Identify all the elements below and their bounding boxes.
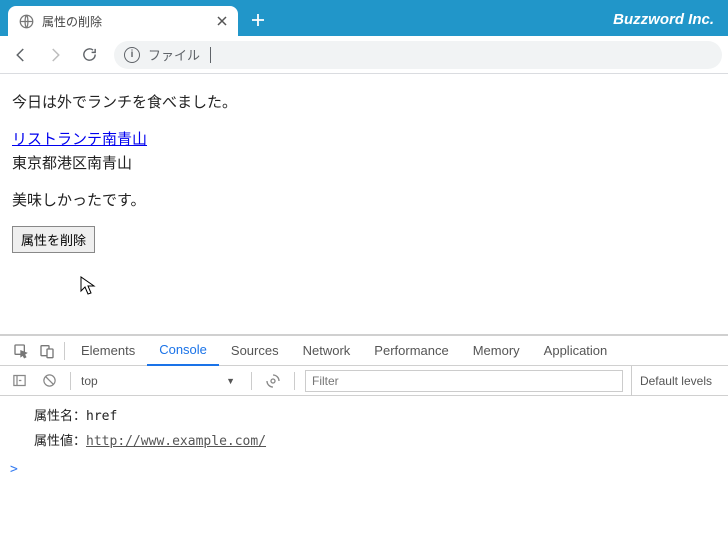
- console-row: 属性名：href: [10, 402, 718, 427]
- filter-input[interactable]: [305, 370, 623, 392]
- chevron-down-icon: ▼: [226, 376, 235, 386]
- caret-icon: [210, 47, 211, 63]
- info-icon: i: [124, 47, 140, 63]
- context-label: top: [81, 374, 98, 388]
- clear-console-icon[interactable]: [38, 370, 60, 392]
- tab-elements[interactable]: Elements: [69, 336, 147, 366]
- console-toolbar: top ▼ Default levels: [0, 366, 728, 396]
- context-selector[interactable]: top ▼: [81, 374, 241, 388]
- page-text-2: 美味しかったです。: [12, 190, 716, 213]
- inspect-icon[interactable]: [8, 338, 34, 364]
- tab-title: 属性の削除: [42, 13, 206, 30]
- devtools-tabs: Elements Console Sources Network Perform…: [0, 336, 728, 366]
- separator: [70, 372, 71, 390]
- browser-tab[interactable]: 属性の削除: [8, 6, 238, 36]
- tab-memory[interactable]: Memory: [461, 336, 532, 366]
- tab-performance[interactable]: Performance: [362, 336, 460, 366]
- page-address: 東京都港区南青山: [12, 153, 716, 176]
- page-text-1: 今日は外でランチを食べました。: [12, 92, 716, 115]
- new-tab-button[interactable]: [244, 6, 272, 34]
- address-text: ファイル: [148, 45, 200, 64]
- console-sidebar-icon[interactable]: [8, 370, 30, 392]
- tab-console[interactable]: Console: [147, 336, 219, 366]
- log-levels[interactable]: Default levels: [631, 366, 720, 396]
- browser-toolbar: i ファイル: [0, 36, 728, 74]
- devtools-panel: Elements Console Sources Network Perform…: [0, 334, 728, 481]
- separator: [251, 372, 252, 390]
- device-toggle-icon[interactable]: [34, 338, 60, 364]
- console-row-value: href: [86, 409, 117, 424]
- console-prompt[interactable]: >: [0, 458, 728, 481]
- reload-button[interactable]: [74, 40, 104, 70]
- separator: [64, 342, 65, 360]
- console-output: 属性名：href 属性値：http://www.example.com/: [0, 396, 728, 458]
- forward-button[interactable]: [40, 40, 70, 70]
- tab-close-icon[interactable]: [214, 13, 230, 29]
- tab-application[interactable]: Application: [532, 336, 620, 366]
- address-bar[interactable]: i ファイル: [114, 41, 722, 69]
- live-expression-icon[interactable]: [262, 370, 284, 392]
- remove-attribute-button[interactable]: 属性を削除: [12, 226, 95, 253]
- console-row-link[interactable]: http://www.example.com/: [86, 434, 266, 449]
- tab-sources[interactable]: Sources: [219, 336, 291, 366]
- console-row-label: 属性値：: [34, 434, 86, 449]
- tab-network[interactable]: Network: [291, 336, 363, 366]
- browser-titlebar: 属性の削除 Buzzword Inc.: [0, 0, 728, 36]
- console-row-label: 属性名：: [34, 409, 86, 424]
- restaurant-link[interactable]: リストランテ南青山: [12, 131, 147, 148]
- page-content: 今日は外でランチを食べました。 リストランテ南青山 東京都港区南青山 美味しかっ…: [0, 74, 728, 334]
- separator: [294, 372, 295, 390]
- brand-label: Buzzword Inc.: [613, 11, 728, 36]
- console-row: 属性値：http://www.example.com/: [10, 427, 718, 452]
- globe-icon: [18, 13, 34, 29]
- back-button[interactable]: [6, 40, 36, 70]
